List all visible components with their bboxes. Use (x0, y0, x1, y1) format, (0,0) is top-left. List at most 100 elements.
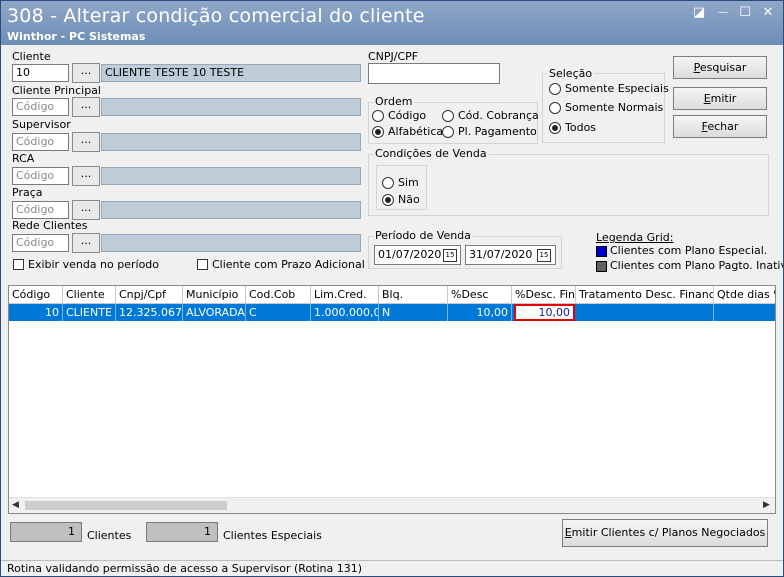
ordem-alfabetica-radio[interactable] (372, 126, 384, 138)
cell-desc[interactable]: 10,00 (448, 304, 512, 321)
somente-normais-label: Somente Normais (565, 101, 664, 114)
legenda-especial-label: Clientes com Plano Especial. (610, 244, 768, 257)
ordem-codigo-radio[interactable] (372, 110, 384, 122)
calendar-icon[interactable]: 15 (537, 249, 551, 262)
cnpj-label: CNPJ/CPF (368, 50, 419, 63)
main-window: 308 - Alterar condição comercial do clie… (0, 0, 784, 577)
calendar-icon[interactable]: 15 (443, 249, 457, 262)
column-header[interactable]: Cnpj/Cpf (116, 286, 183, 303)
rca-label: RCA (12, 152, 35, 165)
condicoes-nao-label: Não (398, 193, 420, 206)
cnpj-field[interactable] (368, 63, 500, 84)
legenda-inativo-label: Clientes com Plano Pagto. Inativo. (610, 259, 784, 272)
cliente-code-field[interactable]: 10 (12, 64, 69, 82)
cell-lim-cred[interactable]: 1.000.000,00 (311, 304, 379, 321)
ordem-alfabetica-label: Alfabética (388, 125, 444, 138)
somente-especiais-radio[interactable] (549, 83, 561, 95)
close-button[interactable]: ✕ (758, 5, 778, 21)
scroll-right-icon[interactable]: ▶ (763, 500, 770, 510)
cell-blq[interactable]: N (379, 304, 448, 321)
supervisor-code-field[interactable]: Código (12, 133, 69, 151)
minimize-button[interactable]: — (713, 5, 733, 21)
horizontal-scrollbar[interactable]: ◀ ▶ (9, 497, 775, 513)
restore-icon[interactable]: ◪ (689, 5, 709, 21)
column-header[interactable]: Cod.Cob (246, 286, 311, 303)
pesquisar-button[interactable]: Pesquisar (673, 56, 767, 79)
rca-code-field[interactable]: Código (12, 167, 69, 185)
column-header[interactable]: Código (9, 286, 63, 303)
todos-radio[interactable] (549, 122, 561, 134)
window-subtitle: Winthor - PC Sistemas (7, 30, 146, 43)
cliente-label: Cliente (12, 50, 51, 63)
column-header[interactable]: %Desc. Fin. (512, 286, 576, 303)
ordem-pl-pagamento-radio[interactable] (442, 126, 454, 138)
praca-name-field (101, 201, 361, 219)
cell-municipio[interactable]: ALVORADA (183, 304, 246, 321)
rede-clientes-name-field (101, 234, 361, 252)
column-header[interactable]: Lim.Cred. (311, 286, 379, 303)
rca-name-field (101, 167, 361, 185)
table-row[interactable]: 10 CLIENTE TESTE 10 TESTE 12.325.067/000… (9, 304, 775, 321)
emitir-planos-button[interactable]: Emitir Clientes c/ Planos Negociados (562, 519, 768, 547)
maximize-button[interactable]: ☐ (735, 5, 755, 21)
cell-cliente[interactable]: CLIENTE TESTE 10 TESTE (63, 304, 116, 321)
clients-grid[interactable]: Código Cliente Cnpj/Cpf Município Cod.Co… (8, 285, 776, 514)
emitir-button[interactable]: Emitir (673, 87, 767, 110)
praca-search-button[interactable]: ... (72, 200, 100, 220)
ordem-label: Ordem (373, 95, 415, 108)
condicoes-label: Condições de Venda (373, 147, 489, 160)
condicoes-group (368, 154, 769, 216)
prazo-adicional-checkbox[interactable] (197, 259, 208, 270)
column-header[interactable]: Município (183, 286, 246, 303)
ordem-pl-pagamento-label: Pl. Pagamento (458, 125, 537, 138)
cell-tratamento[interactable] (576, 304, 714, 321)
cliente-principal-code-field[interactable]: Código (12, 98, 69, 116)
rede-clientes-search-button[interactable]: ... (72, 233, 100, 253)
selecao-label: Seleção (547, 67, 595, 80)
cell-cod-cob[interactable]: C (246, 304, 311, 321)
exibir-venda-label: Exibir venda no período (28, 258, 160, 271)
praca-label: Praça (12, 186, 43, 199)
cell-codigo[interactable]: 10 (9, 304, 63, 321)
ordem-cod-cobranca-radio[interactable] (442, 110, 454, 122)
ordem-cod-cobranca-label: Cód. Cobrança (458, 109, 539, 122)
cliente-principal-name-field (101, 98, 361, 116)
column-header[interactable]: Qtde dias % (714, 286, 775, 303)
supervisor-name-field (101, 133, 361, 151)
supervisor-search-button[interactable]: ... (72, 132, 100, 152)
praca-code-field[interactable]: Código (12, 201, 69, 219)
supervisor-label: Supervisor (12, 118, 71, 131)
scroll-left-icon[interactable]: ◀ (12, 500, 19, 510)
cell-desc-fin-editing[interactable]: 10,00 (514, 304, 575, 321)
fechar-button[interactable]: Fechar (673, 115, 767, 138)
status-bar: Rotina validando permissão de acesso a S… (1, 560, 783, 576)
condicoes-sim-label: Sim (398, 176, 419, 189)
todos-label: Todos (565, 121, 597, 134)
rede-clientes-label: Rede Clientes (12, 219, 88, 232)
legenda-especial-swatch (596, 246, 607, 257)
cell-qtde-dias[interactable] (714, 304, 775, 321)
condicoes-nao-radio[interactable] (382, 194, 394, 206)
periodo-label: Período de Venda (373, 229, 473, 242)
clientes-count-label: Clientes (87, 529, 132, 542)
column-header[interactable]: %Desc (448, 286, 512, 303)
grid-header: Código Cliente Cnpj/Cpf Município Cod.Co… (9, 286, 775, 304)
legenda-inativo-swatch (596, 261, 607, 272)
column-header[interactable]: Blq. (379, 286, 448, 303)
legenda-title: Legenda Grid: (596, 231, 674, 244)
cliente-search-button[interactable]: ... (72, 63, 100, 83)
clientes-especiais-count: 1 (146, 522, 218, 542)
cell-cnpj[interactable]: 12.325.067/0001 (116, 304, 183, 321)
cliente-name-field: CLIENTE TESTE 10 TESTE (101, 64, 361, 82)
rca-search-button[interactable]: ... (72, 166, 100, 186)
somente-normais-radio[interactable] (549, 102, 561, 114)
column-header[interactable]: Tratamento Desc. Financeir (576, 286, 714, 303)
exibir-venda-checkbox[interactable] (13, 259, 24, 270)
column-header[interactable]: Cliente (63, 286, 116, 303)
cliente-principal-search-button[interactable]: ... (72, 97, 100, 117)
scroll-thumb[interactable] (25, 501, 227, 510)
rede-clientes-code-field[interactable]: Código (12, 234, 69, 252)
condicoes-sim-radio[interactable] (382, 177, 394, 189)
somente-especiais-label: Somente Especiais (565, 82, 669, 95)
clientes-especiais-label: Clientes Especiais (223, 529, 322, 542)
